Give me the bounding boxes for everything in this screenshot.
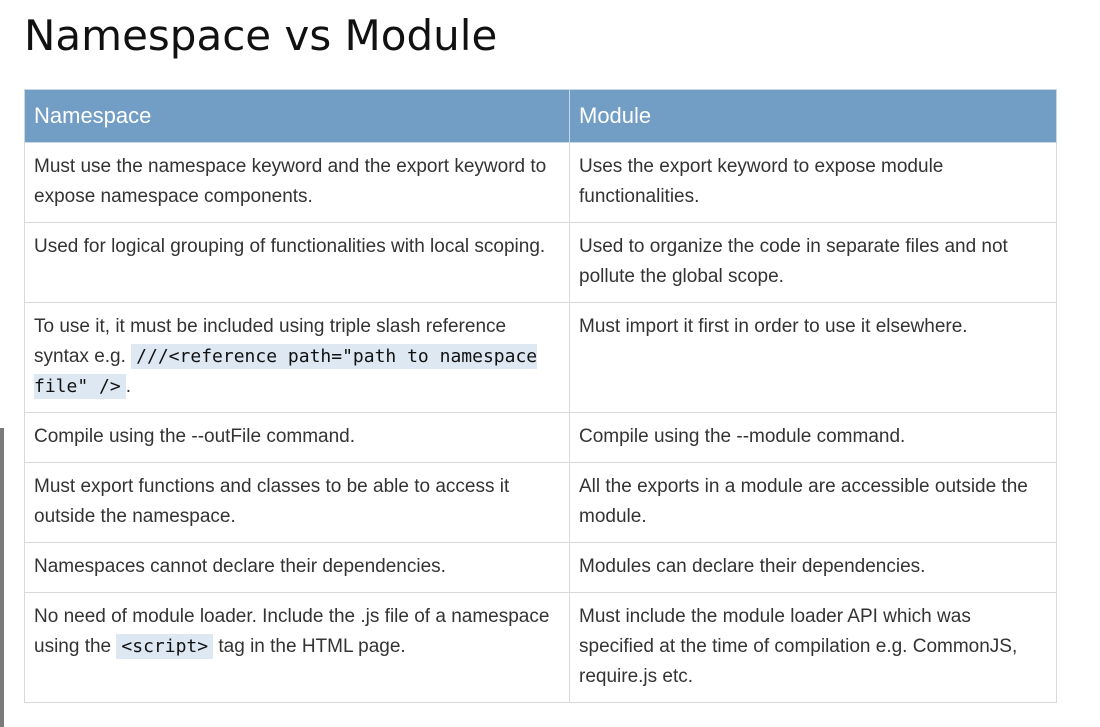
namespace-cell: To use it, it must be included using tri… [24,302,570,413]
module-cell: Uses the export keyword to expose module… [569,142,1057,223]
module-cell: Compile using the --module command. [569,412,1057,463]
table-header-row: Namespace Module [24,89,1057,143]
column-header-module: Module [569,89,1057,143]
comparison-table: Namespace Module Must use the namespace … [24,89,1057,703]
script-tag-code-snippet: <script> [116,634,214,659]
namespace-text-end: tag in the HTML page. [213,636,406,657]
namespace-cell: Compile using the --outFile command. [24,412,570,463]
table-row: To use it, it must be included using tri… [24,302,1057,413]
module-cell: Must import it first in order to use it … [569,302,1057,413]
column-header-namespace: Namespace [24,89,570,143]
table-row: Must export functions and classes to be … [24,462,1057,543]
namespace-cell: Used for logical grouping of functionali… [24,222,570,303]
table-row: Compile using the --outFile command. Com… [24,412,1057,463]
table-row: Used for logical grouping of functionali… [24,222,1057,303]
table-row: Namespaces cannot declare their dependen… [24,542,1057,593]
namespace-cell: Namespaces cannot declare their dependen… [24,542,570,593]
table-row: Must use the namespace keyword and the e… [24,142,1057,223]
namespace-cell: Must export functions and classes to be … [24,462,570,543]
left-scroll-indicator [0,428,4,727]
module-cell: All the exports in a module are accessib… [569,462,1057,543]
page-title: Namespace vs Module [24,11,498,60]
table-row: No need of module loader. Include the .j… [24,592,1057,703]
namespace-text-end: . [125,376,131,397]
module-cell: Used to organize the code in separate fi… [569,222,1057,303]
namespace-cell: Must use the namespace keyword and the e… [24,142,570,223]
module-cell: Modules can declare their dependencies. [569,542,1057,593]
module-cell: Must include the module loader API which… [569,592,1057,703]
article-page: Namespace vs Module Namespace Module Mus… [0,0,1100,727]
namespace-cell: No need of module loader. Include the .j… [24,592,570,703]
